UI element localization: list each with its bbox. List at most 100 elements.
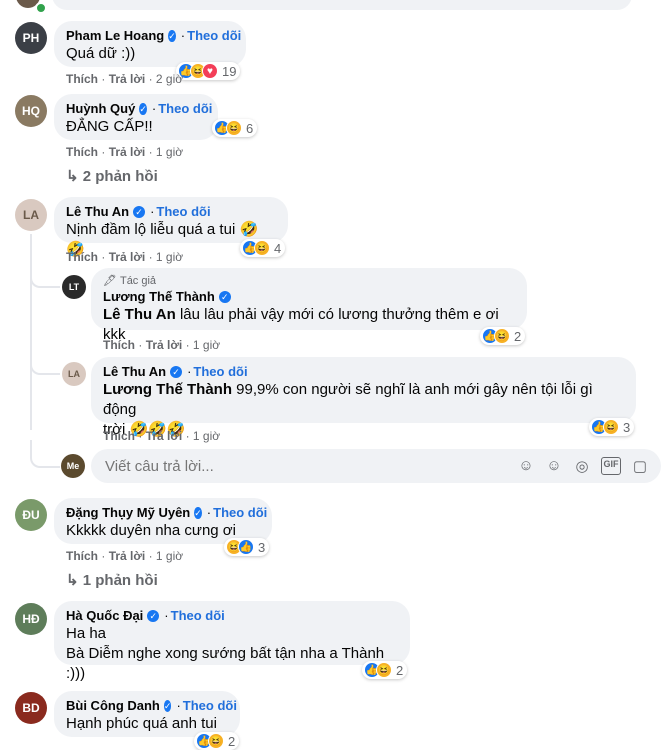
timestamp[interactable]: 1 giờ: [156, 549, 183, 563]
comment-bubble: Bùi Công Danh ✓ · Theo dõi Hạnh phúc quá…: [54, 691, 240, 737]
mention-link[interactable]: Lương Thế Thành: [103, 381, 232, 398]
reply-arrow-icon: ↳: [66, 572, 79, 589]
reply-text: Lương Thế Thành 99,9% con người sẽ nghĩ …: [103, 381, 593, 418]
commenter-name[interactable]: Lương Thế Thành: [103, 288, 215, 305]
avatar[interactable]: LT: [62, 275, 86, 299]
avatar[interactable]: HQ: [15, 95, 47, 127]
like-button[interactable]: Thích: [66, 145, 98, 159]
reaction-summary[interactable]: 😆 👍 3: [224, 538, 270, 556]
reply-button[interactable]: Trả lời: [109, 549, 146, 563]
reaction-count: 3: [623, 419, 631, 435]
like-button[interactable]: Thích: [66, 72, 98, 86]
reply-input-bar: ☺ ☺ ◎ GIF ▢: [91, 449, 661, 483]
verified-badge-icon: ✓: [170, 365, 183, 378]
reaction-count: 2: [514, 328, 522, 344]
online-dot: [35, 2, 47, 14]
current-user-avatar[interactable]: Me: [61, 454, 85, 478]
author-badge-icon: 🖋: [103, 275, 117, 287]
avatar[interactable]: HĐ: [15, 603, 47, 635]
follow-button[interactable]: Theo dõi: [171, 607, 225, 624]
commenter-name[interactable]: Hà Quốc Đại: [66, 607, 143, 624]
avatar[interactable]: LA: [62, 362, 86, 386]
like-button[interactable]: Thích: [103, 338, 135, 352]
timestamp[interactable]: 1 giờ: [193, 429, 220, 443]
thread-connector: [30, 440, 60, 468]
follow-button[interactable]: Theo dõi: [187, 27, 241, 44]
follow-button[interactable]: Theo dõi: [158, 100, 212, 117]
comment-bubble: Huỳnh Quý ✓ · Theo dõi ĐẲNG CẤP!!: [54, 94, 218, 140]
commenter-name[interactable]: Đặng Thụy Mỹ Uyên: [66, 504, 190, 521]
verified-badge-icon: ✓: [147, 609, 160, 622]
comment-text-line2: Bà Diễm nghe xong sướng bất tận nha a Th…: [66, 645, 385, 682]
comment-text: ĐẲNG CẤP!!: [66, 118, 153, 135]
haha-icon: 😆: [254, 240, 270, 256]
separator: ·: [206, 505, 212, 520]
reply-actions: Thích · Trả lời · 1 giờ: [103, 338, 221, 352]
verified-badge-icon: ✓: [218, 290, 231, 303]
reply-button[interactable]: Trả lời: [109, 250, 146, 264]
reaction-count: 2: [396, 662, 404, 678]
view-replies-link[interactable]: ↳ 2 phản hồi: [66, 167, 158, 185]
timestamp[interactable]: 1 giờ: [193, 338, 220, 352]
haha-icon: 😆: [494, 328, 510, 344]
like-button[interactable]: Thích: [66, 250, 98, 264]
verified-badge-icon: ✓: [163, 699, 172, 712]
like-button[interactable]: Thích: [66, 549, 98, 563]
reply-actions: Thích · Trả lời · 1 giờ: [103, 429, 221, 443]
commenter-name[interactable]: Huỳnh Quý: [66, 100, 135, 117]
camera-icon[interactable]: ◎: [573, 457, 591, 475]
avatar[interactable]: BD: [15, 692, 47, 724]
separator: ·: [176, 698, 181, 713]
gif-icon[interactable]: GIF: [601, 457, 621, 475]
verified-badge-icon: ✓: [194, 506, 202, 519]
like-button[interactable]: Thích: [103, 429, 135, 443]
input-toolbar: ☺ ☺ ◎ GIF ▢: [517, 457, 649, 475]
reply-button[interactable]: Trả lời: [146, 429, 183, 443]
timestamp[interactable]: 2 giờ: [156, 72, 183, 86]
comment-actions: Thích · Trả lời · 1 giờ: [66, 250, 184, 264]
separator: ·: [151, 101, 157, 116]
reply-input[interactable]: [103, 456, 517, 476]
view-replies-link[interactable]: ↳ 1 phản hồi: [66, 571, 158, 589]
haha-icon: 😆: [603, 419, 619, 435]
avatar[interactable]: LA: [15, 199, 47, 231]
comment-actions: Thích · Trả lời · 2 giờ: [66, 72, 184, 86]
reaction-summary[interactable]: 👍 😆 4: [240, 239, 286, 257]
verified-badge-icon: ✓: [133, 205, 146, 218]
reply-button[interactable]: Trả lời: [109, 72, 146, 86]
mention-link[interactable]: Lê Thu An: [103, 306, 176, 323]
avatar-sticker-icon[interactable]: ☺: [517, 457, 535, 475]
commenter-name[interactable]: Lê Thu An: [103, 363, 166, 380]
emoji-icon[interactable]: ☺: [545, 457, 563, 475]
reaction-summary[interactable]: 👍 😆 6: [212, 119, 258, 137]
sticker-icon[interactable]: ▢: [631, 457, 649, 475]
author-badge: 🖋 Tác giả: [103, 275, 157, 287]
haha-icon: 😆: [376, 662, 392, 678]
reaction-summary[interactable]: 👍 😆 ♥ 19: [176, 62, 241, 80]
comment-text: Ha ha: [66, 625, 107, 642]
reply-button[interactable]: Trả lời: [109, 145, 146, 159]
avatar[interactable]: ĐU: [15, 499, 47, 531]
reaction-summary[interactable]: 👍 😆 2: [194, 732, 240, 750]
follow-button[interactable]: Theo dõi: [156, 203, 210, 220]
commenter-name[interactable]: Lê Thu An: [66, 203, 129, 220]
reply-button[interactable]: Trả lời: [146, 338, 183, 352]
follow-button[interactable]: Theo dõi: [183, 697, 237, 714]
thread-line: [30, 234, 56, 430]
reaction-summary[interactable]: 👍 😆 2: [362, 661, 408, 679]
commenter-name[interactable]: Pham Le Hoang: [66, 27, 164, 44]
follow-button[interactable]: Theo dõi: [193, 363, 247, 380]
commenter-name[interactable]: Bùi Công Danh: [66, 697, 160, 714]
timestamp[interactable]: 1 giờ: [156, 145, 183, 159]
comment-actions: Thích · Trả lời · 1 giờ: [66, 549, 184, 563]
comment-text: Quá dữ :)): [66, 45, 136, 62]
follow-button[interactable]: Theo dõi: [213, 504, 267, 521]
comment-actions: Thích · Trả lời · 1 giờ: [66, 145, 184, 159]
reply-bubble: 🖋 Tác giả Lương Thế Thành ✓ Lê Thu An lâ…: [91, 268, 527, 343]
avatar[interactable]: PH: [15, 22, 47, 54]
separator: ·: [187, 364, 192, 379]
reaction-summary[interactable]: 👍 😆 3: [589, 418, 635, 436]
timestamp[interactable]: 1 giờ: [156, 250, 183, 264]
reaction-summary[interactable]: 👍 😆 2: [480, 327, 526, 345]
reply-bubble: Lê Thu An ✓ · Theo dõi Lương Thế Thành 9…: [91, 357, 636, 438]
